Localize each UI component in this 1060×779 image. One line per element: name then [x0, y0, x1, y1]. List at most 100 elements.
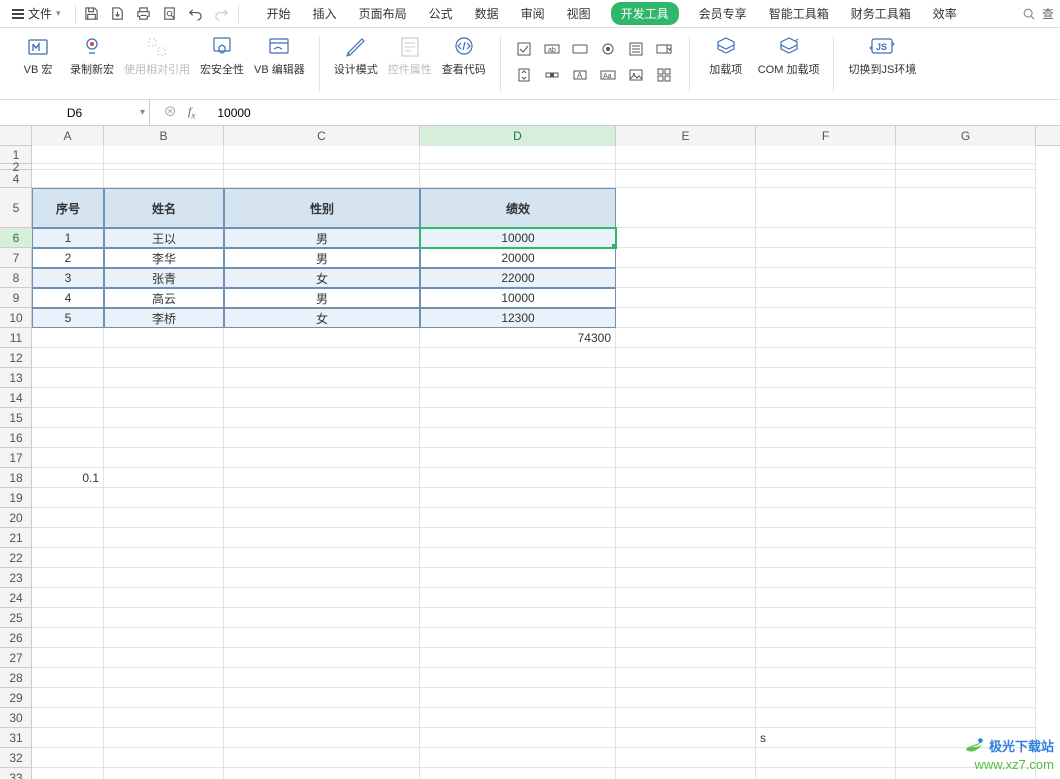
vb-editor-button[interactable]: VB 编辑器 — [254, 32, 305, 76]
chevron-down-icon[interactable]: ▾ — [140, 107, 145, 118]
cell[interactable] — [616, 548, 756, 568]
tab-start[interactable]: 开始 — [265, 1, 293, 26]
cell[interactable] — [756, 648, 896, 668]
cell[interactable] — [756, 468, 896, 488]
cell[interactable] — [32, 608, 104, 628]
row-header-10[interactable]: 10 — [0, 308, 32, 328]
cell[interactable]: 10000 — [420, 228, 616, 248]
cell[interactable] — [104, 648, 224, 668]
cell[interactable] — [896, 688, 1036, 708]
column-header-D[interactable]: D — [420, 126, 616, 146]
cell[interactable] — [420, 748, 616, 768]
cell[interactable] — [224, 568, 420, 588]
textbox-control-icon[interactable]: ab — [543, 40, 561, 58]
cell[interactable] — [896, 588, 1036, 608]
scrollbar-control-icon[interactable] — [543, 66, 561, 84]
cell[interactable] — [420, 146, 616, 164]
cell[interactable] — [756, 308, 896, 328]
cell[interactable]: 22000 — [420, 268, 616, 288]
cell[interactable] — [104, 528, 224, 548]
cell[interactable] — [896, 548, 1036, 568]
row-header-28[interactable]: 28 — [0, 668, 32, 688]
cell[interactable] — [104, 548, 224, 568]
export-icon[interactable] — [110, 6, 126, 22]
column-header-C[interactable]: C — [224, 126, 420, 146]
vb-macro-button[interactable]: VB 宏 — [16, 32, 60, 76]
cell[interactable] — [616, 388, 756, 408]
cell[interactable] — [104, 728, 224, 748]
cell[interactable] — [104, 748, 224, 768]
cell[interactable] — [616, 488, 756, 508]
row-header-4[interactable]: 4 — [0, 170, 32, 188]
cell[interactable] — [756, 408, 896, 428]
addins-button[interactable]: 加载项 — [704, 32, 748, 76]
cell[interactable] — [104, 608, 224, 628]
cell[interactable] — [104, 408, 224, 428]
row-header-30[interactable]: 30 — [0, 708, 32, 728]
cell[interactable] — [420, 388, 616, 408]
cell[interactable]: 序号 — [32, 188, 104, 228]
formula-input[interactable] — [209, 106, 1060, 120]
cell[interactable] — [104, 368, 224, 388]
cell[interactable] — [896, 728, 1036, 748]
tab-view[interactable]: 视图 — [565, 1, 593, 26]
cell[interactable] — [420, 608, 616, 628]
cell[interactable] — [896, 146, 1036, 164]
cell[interactable] — [104, 668, 224, 688]
cell[interactable]: 20000 — [420, 248, 616, 268]
cell[interactable] — [420, 488, 616, 508]
save-icon[interactable] — [84, 6, 100, 22]
cell[interactable] — [616, 188, 756, 228]
cell[interactable] — [224, 688, 420, 708]
cell[interactable] — [104, 328, 224, 348]
spinner-control-icon[interactable] — [515, 66, 533, 84]
cell[interactable] — [104, 628, 224, 648]
cell[interactable] — [420, 448, 616, 468]
control-props-button[interactable]: 控件属性 — [388, 32, 432, 76]
cell[interactable] — [104, 468, 224, 488]
cell[interactable] — [32, 568, 104, 588]
label-aa-control-icon[interactable]: Aa — [599, 66, 617, 84]
cell[interactable] — [756, 488, 896, 508]
row-header-6[interactable]: 6 — [0, 228, 32, 248]
tab-finance[interactable]: 财务工具箱 — [849, 1, 913, 26]
cell[interactable] — [224, 728, 420, 748]
cell[interactable] — [420, 668, 616, 688]
cell[interactable] — [104, 170, 224, 188]
cell[interactable] — [616, 528, 756, 548]
column-header-A[interactable]: A — [32, 126, 104, 146]
tab-insert[interactable]: 插入 — [311, 1, 339, 26]
cell[interactable] — [756, 548, 896, 568]
row-header-21[interactable]: 21 — [0, 528, 32, 548]
cell[interactable] — [756, 428, 896, 448]
cell[interactable] — [756, 668, 896, 688]
cell[interactable] — [756, 368, 896, 388]
row-header-29[interactable]: 29 — [0, 688, 32, 708]
row-header-13[interactable]: 13 — [0, 368, 32, 388]
cell[interactable] — [896, 528, 1036, 548]
cell[interactable] — [616, 688, 756, 708]
cell[interactable] — [756, 768, 896, 779]
cell[interactable]: 男 — [224, 228, 420, 248]
cell[interactable]: 绩效 — [420, 188, 616, 228]
row-header-24[interactable]: 24 — [0, 588, 32, 608]
cell[interactable] — [756, 388, 896, 408]
cell[interactable] — [32, 368, 104, 388]
cell[interactable] — [224, 628, 420, 648]
cell[interactable] — [896, 628, 1036, 648]
cell[interactable] — [104, 348, 224, 368]
preview-icon[interactable] — [162, 6, 178, 22]
cell[interactable] — [896, 288, 1036, 308]
row-header-7[interactable]: 7 — [0, 248, 32, 268]
cell[interactable] — [224, 448, 420, 468]
cell[interactable] — [104, 448, 224, 468]
cell[interactable] — [32, 508, 104, 528]
cell[interactable] — [420, 508, 616, 528]
cell[interactable]: 74300 — [420, 328, 616, 348]
cell[interactable] — [32, 170, 104, 188]
cell[interactable] — [224, 488, 420, 508]
cell[interactable] — [32, 428, 104, 448]
cancel-formula-icon[interactable] — [164, 105, 178, 119]
cell[interactable] — [896, 768, 1036, 779]
cell[interactable] — [616, 648, 756, 668]
